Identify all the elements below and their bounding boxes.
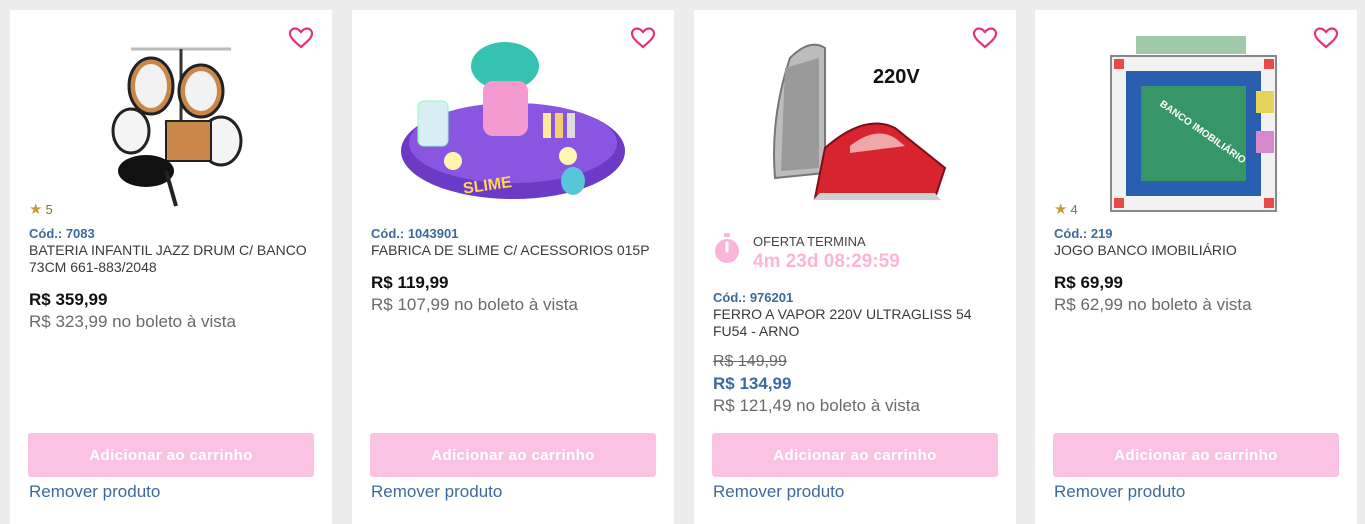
product-price: R$ 134,99 <box>713 374 792 393</box>
product-code: Cód.: 219 <box>1054 226 1113 241</box>
product-image[interactable]: SLIME <box>370 28 656 218</box>
remove-product-link[interactable]: Remover produto <box>1054 482 1185 502</box>
product-code: Cód.: 7083 <box>29 226 95 241</box>
product-grid: ★ 5 Cód.: 7083 BATERIA INFANTIL JAZZ DRU… <box>0 0 1365 524</box>
star-icon: ★ <box>1054 201 1068 218</box>
old-price: R$ 149,99 <box>713 353 787 370</box>
rating-value: 5 <box>45 202 53 217</box>
product-code: Cód.: 976201 <box>713 290 794 305</box>
board-game-image: BANCO IMOBILIÁRIO <box>1110 35 1277 212</box>
add-to-cart-button[interactable]: Adicionar ao carrinho <box>712 433 998 477</box>
offer-countdown: OFERTA TERMINA 4m 23d 08:29:59 <box>713 232 900 273</box>
offer-label: OFERTA TERMINA <box>753 234 866 249</box>
product-info: Cód.: 976201 FERRO A VAPOR 220V ULTRAGLI… <box>713 290 998 416</box>
remove-product-link[interactable]: Remover produto <box>29 482 160 502</box>
boleto-price: R$ 107,99 no boleto à vista <box>371 295 578 314</box>
product-card: BANCO IMOBILIÁRIO ★ 4 Cód.: 219 JOGO BAN… <box>1035 10 1357 524</box>
offer-timer: 4m 23d 08:29:59 <box>753 251 900 272</box>
voltage-label: 220V <box>873 66 920 88</box>
product-name[interactable]: FERRO A VAPOR 220V ULTRAGLISS 54 FU54 - … <box>713 306 998 340</box>
product-name[interactable]: JOGO BANCO IMOBILIÁRIO <box>1054 242 1339 259</box>
product-info: Cód.: 7083 BATERIA INFANTIL JAZZ DRUM C/… <box>29 226 314 332</box>
product-card: SLIME Cód.: 1043901 FABRICA DE SLIME C/ … <box>352 10 674 524</box>
steam-iron-image: 220V <box>773 43 947 200</box>
star-icon: ★ <box>29 201 43 218</box>
product-price: R$ 69,99 <box>1054 273 1123 292</box>
add-to-cart-button[interactable]: Adicionar ao carrinho <box>1053 433 1339 477</box>
product-card: ★ 5 Cód.: 7083 BATERIA INFANTIL JAZZ DRU… <box>10 10 332 524</box>
product-image[interactable]: 220V <box>712 28 998 203</box>
product-price: R$ 119,99 <box>371 273 449 292</box>
product-info: Cód.: 219 JOGO BANCO IMOBILIÁRIO R$ 69,9… <box>1054 226 1339 315</box>
rating-value: 4 <box>1070 202 1078 217</box>
slime-factory-image: SLIME <box>401 41 625 199</box>
add-to-cart-button[interactable]: Adicionar ao carrinho <box>370 433 656 477</box>
drum-kit-image <box>111 47 243 207</box>
boleto-price: R$ 323,99 no boleto à vista <box>29 312 236 331</box>
add-to-cart-button[interactable]: Adicionar ao carrinho <box>28 433 314 477</box>
product-name[interactable]: FABRICA DE SLIME C/ ACESSORIOS 015P <box>371 242 656 259</box>
product-image[interactable]: BANCO IMOBILIÁRIO <box>1053 28 1339 218</box>
rating: ★ 4 <box>1054 202 1078 217</box>
stopwatch-icon <box>715 233 739 263</box>
remove-product-link[interactable]: Remover produto <box>713 482 844 502</box>
boleto-price: R$ 62,99 no boleto à vista <box>1054 295 1252 314</box>
remove-product-link[interactable]: Remover produto <box>371 482 502 502</box>
product-code: Cód.: 1043901 <box>371 226 459 241</box>
product-image[interactable] <box>28 28 314 218</box>
product-info: Cód.: 1043901 FABRICA DE SLIME C/ ACESSO… <box>371 226 656 315</box>
product-card: 220V OFERTA TERMINA 4m 23d 08:29:59 Cód.… <box>694 10 1016 524</box>
boleto-price: R$ 121,49 no boleto à vista <box>713 396 920 415</box>
product-price: R$ 359,99 <box>29 290 108 309</box>
rating: ★ 5 <box>29 202 53 217</box>
product-name[interactable]: BATERIA INFANTIL JAZZ DRUM C/ BANCO 73CM… <box>29 242 314 276</box>
